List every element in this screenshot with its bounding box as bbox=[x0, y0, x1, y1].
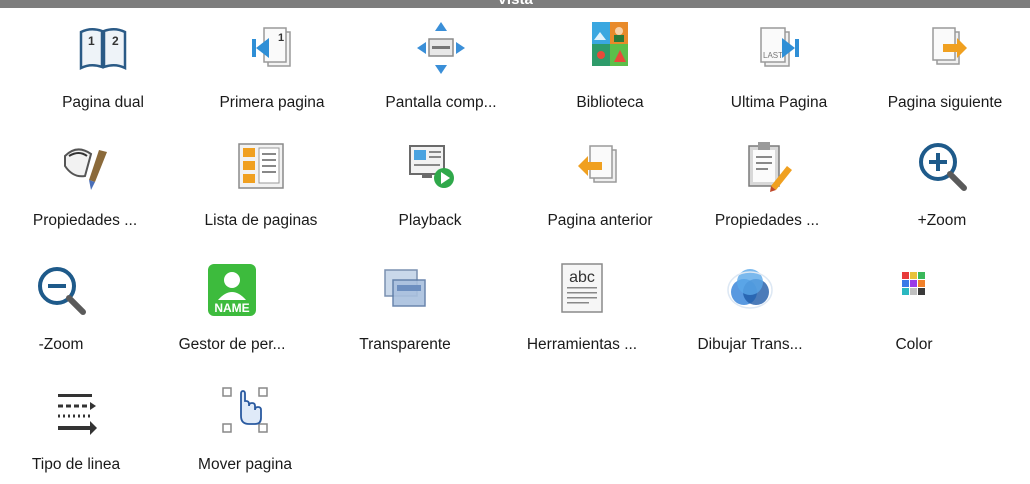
tool-mover-pagina[interactable]: Mover pagina bbox=[160, 372, 330, 482]
draw-transparent-icon bbox=[720, 260, 780, 320]
title-bar: Vista bbox=[0, 0, 1030, 8]
tool-label: Primera pagina bbox=[219, 94, 325, 111]
tool-label: Propiedades ... bbox=[714, 212, 820, 229]
tool-biblioteca[interactable]: Biblioteca bbox=[525, 10, 695, 120]
fullscreen-icon bbox=[411, 18, 471, 78]
tool-label: Gestor de per... bbox=[178, 336, 286, 353]
svg-text:LAST: LAST bbox=[763, 51, 783, 60]
tool-label: +Zoom bbox=[917, 212, 967, 229]
tool-label: Transparente bbox=[359, 336, 451, 353]
tool-playback[interactable]: Playback bbox=[345, 128, 515, 238]
next-page-icon bbox=[915, 18, 975, 78]
tool-label: Tipo de linea bbox=[31, 456, 121, 473]
clipboard-properties-icon bbox=[737, 136, 797, 196]
tool-label: Biblioteca bbox=[576, 94, 644, 111]
zoom-out-icon bbox=[31, 260, 91, 320]
tool-tipo-linea[interactable]: Tipo de linea bbox=[0, 372, 161, 482]
tool-zoom-out[interactable]: -Zoom bbox=[0, 252, 146, 362]
tool-label: -Zoom bbox=[38, 336, 84, 353]
last-page-icon: LAST bbox=[749, 18, 809, 78]
tool-pagina-siguiente[interactable]: Pagina siguiente bbox=[860, 10, 1030, 120]
tool-label: Herramientas ... bbox=[526, 336, 638, 353]
tool-label: Pagina siguiente bbox=[887, 94, 1003, 111]
zoom-in-icon bbox=[912, 136, 972, 196]
svg-text:1: 1 bbox=[278, 32, 284, 44]
tool-gestor-perfiles[interactable]: NAME Gestor de per... bbox=[147, 252, 317, 362]
library-icon bbox=[580, 18, 640, 78]
tool-pagina-dual[interactable]: 1 2 Pagina dual bbox=[18, 10, 188, 120]
tool-pantalla-completa[interactable]: Pantalla comp... bbox=[356, 10, 526, 120]
tool-primera-pagina[interactable]: 1 Primera pagina bbox=[187, 10, 357, 120]
tool-label: Pagina anterior bbox=[547, 212, 653, 229]
tool-lista-paginas[interactable]: Lista de paginas bbox=[176, 128, 346, 238]
tool-dibujar-transparente[interactable]: Dibujar Trans... bbox=[665, 252, 835, 362]
tool-label: Color bbox=[895, 336, 933, 353]
tool-herramientas-texto[interactable]: abc Herramientas ... bbox=[497, 252, 667, 362]
tool-zoom-in[interactable]: +Zoom bbox=[857, 128, 1027, 238]
svg-text:2: 2 bbox=[112, 34, 119, 48]
paint-properties-icon bbox=[55, 136, 115, 196]
first-page-icon: 1 bbox=[242, 18, 302, 78]
tool-pagina-anterior[interactable]: Pagina anterior bbox=[515, 128, 685, 238]
transparent-icon bbox=[375, 260, 435, 320]
tool-label: Dibujar Trans... bbox=[697, 336, 803, 353]
tool-label: Ultima Pagina bbox=[730, 94, 828, 111]
color-palette-icon bbox=[884, 260, 944, 320]
dual-page-book-icon: 1 2 bbox=[73, 18, 133, 78]
tool-color[interactable]: Color bbox=[829, 252, 999, 362]
previous-page-icon bbox=[570, 136, 630, 196]
tool-label: Pagina dual bbox=[62, 94, 144, 111]
tool-label: Lista de paginas bbox=[204, 212, 318, 229]
move-page-icon bbox=[215, 380, 275, 440]
svg-text:NAME: NAME bbox=[214, 301, 249, 315]
tool-label: Pantalla comp... bbox=[385, 94, 497, 111]
window-title: Vista bbox=[0, 0, 1030, 8]
text-tools-icon: abc bbox=[552, 260, 612, 320]
tool-propiedades-pintura[interactable]: Propiedades ... bbox=[0, 128, 170, 238]
tool-label: Mover pagina bbox=[198, 456, 292, 473]
playback-icon bbox=[400, 136, 460, 196]
tool-ultima-pagina[interactable]: LAST Ultima Pagina bbox=[694, 10, 864, 120]
tool-transparente[interactable]: Transparente bbox=[320, 252, 490, 362]
svg-text:abc: abc bbox=[569, 269, 595, 286]
tool-label: Propiedades ... bbox=[32, 212, 138, 229]
svg-text:1: 1 bbox=[88, 34, 95, 48]
tool-propiedades-portapapeles[interactable]: Propiedades ... bbox=[682, 128, 852, 238]
tool-label: Playback bbox=[398, 212, 462, 229]
profile-manager-icon: NAME bbox=[202, 260, 262, 320]
line-type-icon bbox=[46, 380, 106, 440]
page-list-icon bbox=[231, 136, 291, 196]
